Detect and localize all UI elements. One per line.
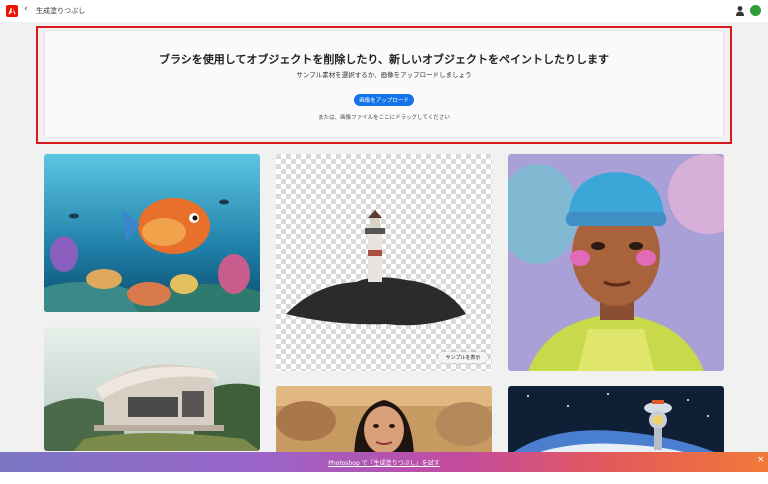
promo-banner-link[interactable]: Photoshop で「生成塗りつぶし」を試す: [0, 458, 768, 467]
show-sample-button[interactable]: サンプルを表示: [438, 352, 488, 363]
avatar[interactable]: [750, 5, 761, 16]
close-icon[interactable]: ×: [757, 455, 765, 465]
upload-dropzone[interactable]: [44, 30, 724, 138]
upload-title: ブラシを使用してオブジェクトを削除したり、新しいオブジェクトをペイントしたりしま…: [158, 53, 609, 66]
chevron-left-icon[interactable]: ‹: [24, 4, 28, 14]
breadcrumb: 生成塗りつぶし: [36, 7, 86, 15]
adobe-logo-icon[interactable]: [6, 5, 18, 17]
user-icon[interactable]: [735, 5, 745, 17]
bottom-strip: [0, 472, 768, 484]
drag-hint: または、画像ファイルをここにドラッグしてください: [318, 115, 450, 121]
sample-image-portrait[interactable]: [508, 154, 724, 371]
top-bar: ‹ 生成塗りつぶし: [0, 0, 768, 22]
upload-subtitle: サンプル素材を選択するか、画像をアップロードしましょう: [296, 71, 472, 79]
sample-image-fish[interactable]: [44, 154, 260, 312]
upload-image-button[interactable]: 画像をアップロード: [354, 94, 414, 106]
sample-image-woman[interactable]: [276, 386, 492, 456]
sample-image-space[interactable]: [508, 386, 724, 456]
sample-image-lighthouse[interactable]: [276, 154, 492, 371]
sample-image-house[interactable]: [44, 327, 260, 451]
